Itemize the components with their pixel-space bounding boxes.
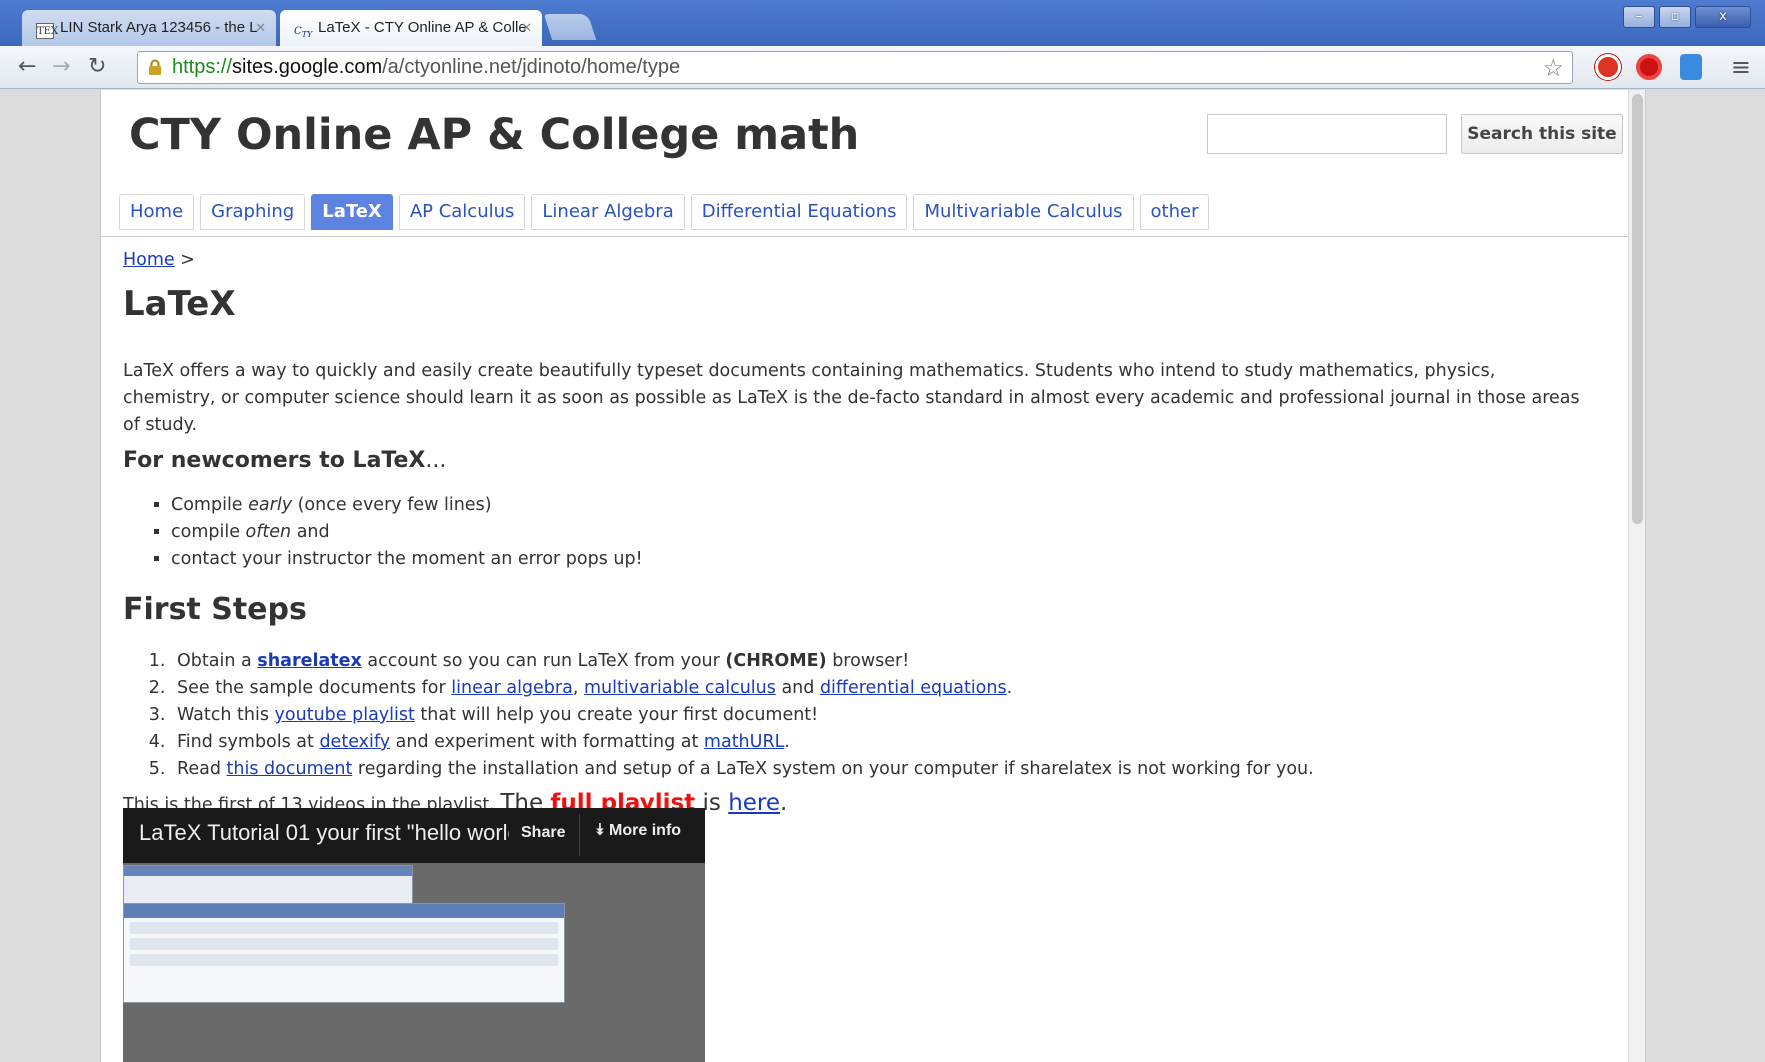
site-search-input[interactable] <box>1207 114 1447 154</box>
newcomers-heading: For newcomers to LaTeX... <box>123 448 447 473</box>
breadcrumb-home-link[interactable]: Home <box>123 250 175 270</box>
first-steps-heading: First Steps <box>123 592 307 627</box>
video-thumbnail-editor-window <box>123 865 413 905</box>
nav-tab-linear-algebra[interactable]: Linear Algebra <box>531 194 685 230</box>
list-item: Read this document regarding the install… <box>171 756 1314 783</box>
url-path: /a/ctyonline.net/jdinoto/home/type <box>382 56 681 78</box>
nav-tab-latex[interactable]: LaTeX <box>311 194 393 230</box>
youtube-video-embed[interactable]: LaTeX Tutorial 01 your first "hello worl… <box>123 808 705 1062</box>
maximize-button[interactable]: ▫ <box>1659 6 1691 28</box>
video-thumbnail-save-dialog <box>123 903 565 1003</box>
search-this-site-button[interactable]: Search this site <box>1461 114 1623 154</box>
list-item: contact your instructor the moment an er… <box>171 546 643 573</box>
scrollbar-thumb[interactable] <box>1632 94 1643 524</box>
differential-equations-link[interactable]: differential equations <box>820 678 1007 698</box>
nav-tab-multivariable-calculus[interactable]: Multivariable Calculus <box>913 194 1134 230</box>
stop-extension-icon[interactable] <box>1636 54 1662 80</box>
user-extension-icon[interactable] <box>1680 54 1702 80</box>
linear-algebra-link[interactable]: linear algebra <box>451 678 573 698</box>
browser-toolbar: ← → ↻ https://sites.google.com/a/ctyonli… <box>0 46 1765 89</box>
sharelatex-link[interactable]: sharelatex <box>257 651 362 671</box>
close-tab-icon[interactable]: ✕ <box>521 10 532 46</box>
mathurl-link[interactable]: mathURL <box>704 732 784 752</box>
reload-icon[interactable]: ↻ <box>88 55 106 79</box>
close-tab-icon[interactable]: ✕ <box>255 10 266 46</box>
url-scheme: https:// <box>172 56 233 78</box>
back-arrow-icon[interactable]: ← <box>18 55 36 79</box>
playlist-here-link[interactable]: here <box>728 790 780 816</box>
list-item: Watch this youtube playlist that will he… <box>171 702 1314 729</box>
site-nav: Home Graphing LaTeX AP Calculus Linear A… <box>119 194 1210 230</box>
browser-tab-2[interactable]: CTY LaTeX - CTY Online AP & Colle ✕ <box>280 10 542 46</box>
multivariable-calculus-link[interactable]: multivariable calculus <box>584 678 776 698</box>
list-item: Compile early (once every few lines) <box>171 492 643 519</box>
cty-favicon-icon: CTY <box>294 26 313 39</box>
nav-tab-differential-equations[interactable]: Differential Equations <box>690 194 908 230</box>
forward-arrow-icon[interactable]: → <box>52 55 70 79</box>
nav-divider <box>101 236 1631 237</box>
page-viewport: CTY Online AP & College math Search this… <box>0 90 1765 1062</box>
browser-tab-1[interactable]: TEX LIN Stark Arya 123456 - the L ✕ <box>22 10 276 46</box>
bookmark-star-icon[interactable]: ☆ <box>1542 53 1564 84</box>
url-host: sites.google.com <box>232 56 383 78</box>
video-title[interactable]: LaTeX Tutorial 01 your first "hello worl… <box>139 820 509 846</box>
close-window-button[interactable]: x <box>1695 6 1751 28</box>
video-header-bar: LaTeX Tutorial 01 your first "hello worl… <box>123 808 705 863</box>
breadcrumb: Home > <box>123 250 195 270</box>
youtube-playlist-link[interactable]: youtube playlist <box>275 705 415 725</box>
adblock-extension-icon[interactable] <box>1595 54 1621 80</box>
video-more-info-button[interactable]: ⯯ More info <box>595 822 681 840</box>
detexify-link[interactable]: detexify <box>319 732 390 752</box>
this-document-link[interactable]: this document <box>227 759 353 779</box>
page-scrollbar[interactable] <box>1628 90 1645 1062</box>
tab-title: LaTeX - CTY Online AP & Colle <box>318 19 527 36</box>
site-title: CTY Online AP & College math <box>129 110 860 160</box>
minimize-button[interactable]: – <box>1623 6 1655 28</box>
video-share-button[interactable]: Share <box>521 824 565 842</box>
list-item: See the sample documents for linear alge… <box>171 675 1314 702</box>
new-tab-button[interactable] <box>543 14 597 40</box>
tab-title: LIN Stark Arya 123456 - the L <box>60 19 258 36</box>
list-item: Obtain a sharelatex account so you can r… <box>171 648 1314 675</box>
chevron-down-icon: ⯯ <box>595 822 610 839</box>
chrome-menu-icon[interactable]: ≡ <box>1731 54 1751 80</box>
tex-favicon-icon: TEX <box>36 23 58 39</box>
site-page: CTY Online AP & College math Search this… <box>100 90 1646 1062</box>
list-item: Find symbols at detexify and experiment … <box>171 729 1314 756</box>
nav-tab-other[interactable]: other <box>1139 194 1210 230</box>
browser-titlebar: TEX LIN Stark Arya 123456 - the L ✕ CTY La… <box>0 0 1765 46</box>
divider <box>579 814 580 856</box>
lock-icon <box>149 59 161 75</box>
nav-tab-home[interactable]: Home <box>119 194 195 230</box>
newcomers-tips-list: Compile early (once every few lines) com… <box>171 492 643 573</box>
first-steps-list: Obtain a sharelatex account so you can r… <box>171 648 1314 783</box>
list-item: compile often and <box>171 519 643 546</box>
intro-paragraph: LaTeX offers a way to quickly and easily… <box>123 361 1580 435</box>
nav-tab-graphing[interactable]: Graphing <box>200 194 306 230</box>
address-bar[interactable]: https://sites.google.com/a/ctyonline.net… <box>137 51 1573 84</box>
breadcrumb-separator: > <box>180 250 195 270</box>
page-title: LaTeX <box>123 284 236 324</box>
nav-tab-ap-calculus[interactable]: AP Calculus <box>398 194 526 230</box>
